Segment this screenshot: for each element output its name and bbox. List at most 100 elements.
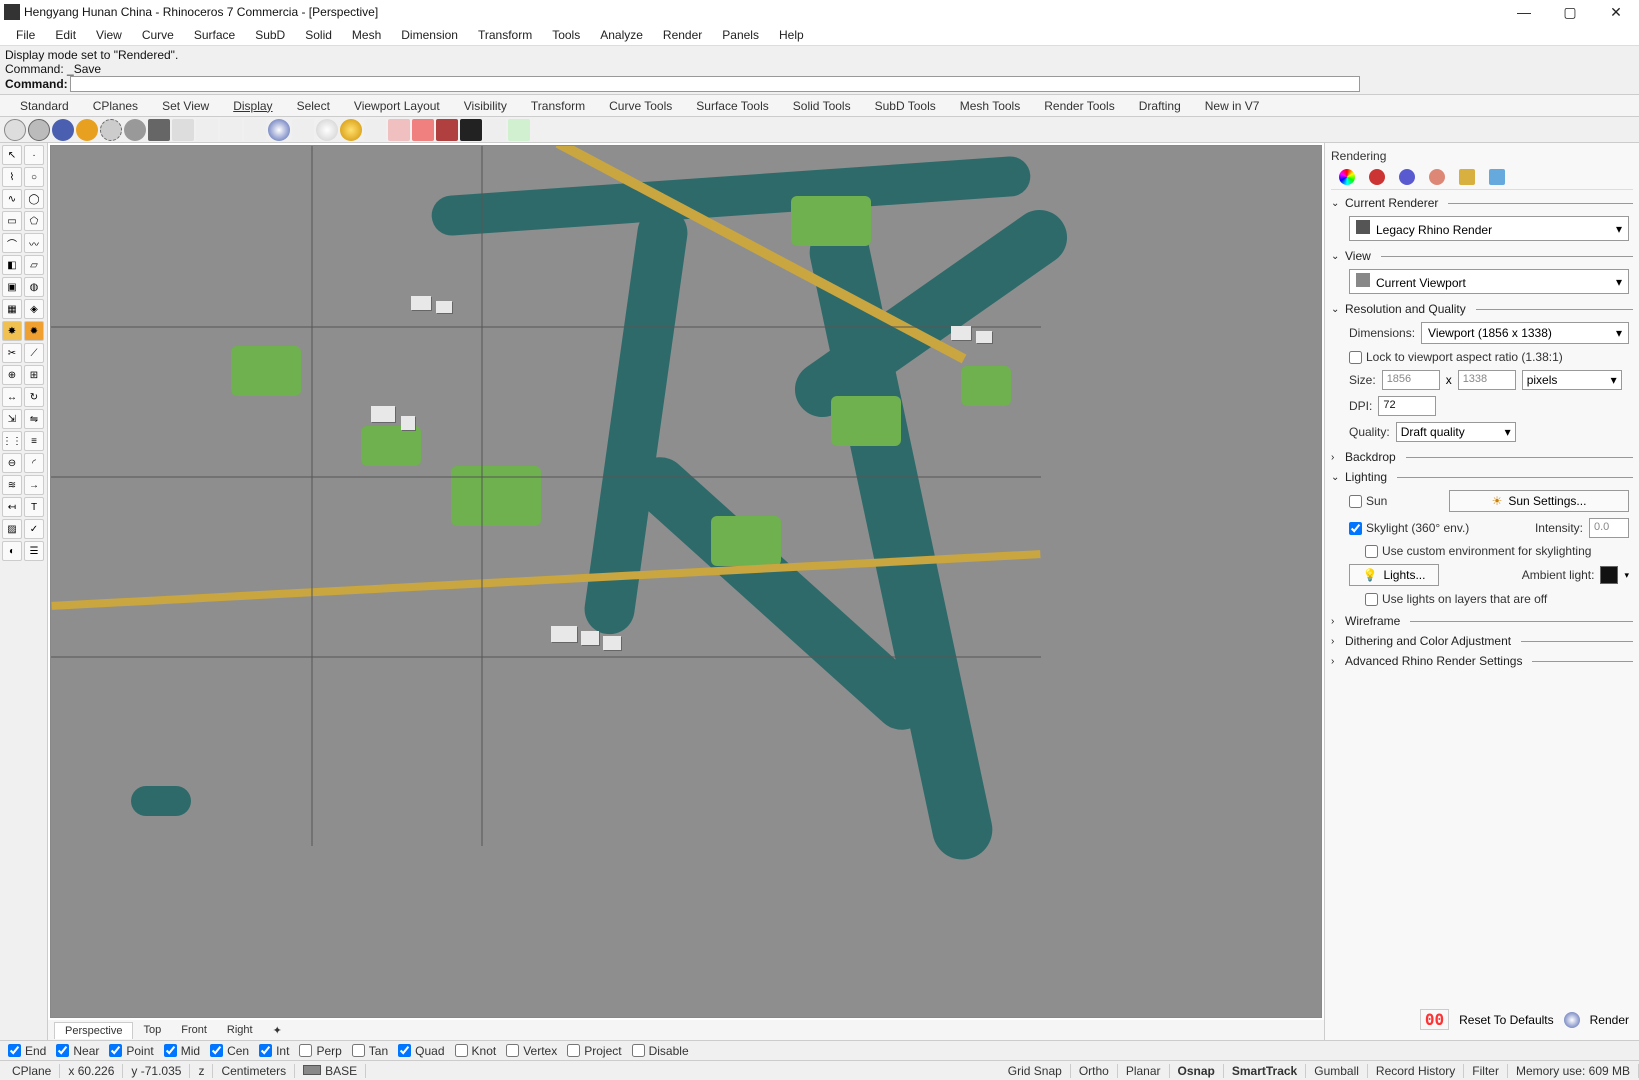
boolean-icon[interactable]: ⊖ [2,453,22,473]
tab-new-in-v7[interactable]: New in V7 [1193,96,1272,116]
dimensions-combo[interactable]: Viewport (1856 x 1338)▾ [1421,322,1629,344]
osnap-near[interactable]: Near [52,1044,103,1058]
menu-solid[interactable]: Solid [295,25,342,45]
technical-icon[interactable] [148,119,170,141]
plane-icon[interactable]: ▱ [24,255,44,275]
tog-clipping-icon[interactable] [412,119,434,141]
status-osnap[interactable]: Osnap [1170,1064,1224,1078]
osnap-int[interactable]: Int [255,1044,293,1058]
render-tab-icon[interactable] [1339,169,1355,185]
flat-shade-icon[interactable] [220,119,242,141]
menu-help[interactable]: Help [769,25,814,45]
tab-surface-tools[interactable]: Surface Tools [684,96,781,116]
subd-icon[interactable]: ◈ [24,299,44,319]
use-lights-off-checkbox[interactable] [1365,593,1378,606]
join-icon[interactable]: ⊕ [2,365,22,385]
status-grid-snap[interactable]: Grid Snap [1000,1064,1071,1078]
section-current-renderer[interactable]: ⌄Current Renderer [1331,196,1633,210]
check-icon[interactable]: ✓ [24,519,44,539]
mesh-icon[interactable]: ▦ [2,299,22,319]
tog-sun-icon[interactable] [340,119,362,141]
height-spinner[interactable]: 1338 [1458,370,1516,390]
vptab-front[interactable]: Front [171,1022,217,1038]
section-view[interactable]: ⌄View [1331,249,1633,263]
tab-set-view[interactable]: Set View [150,96,221,116]
menu-surface[interactable]: Surface [184,25,245,45]
menu-dimension[interactable]: Dimension [391,25,468,45]
osnap-cen[interactable]: Cen [206,1044,253,1058]
units-select[interactable]: pixels▾ [1522,370,1622,390]
polygon-icon[interactable]: ⬠ [24,211,44,231]
section-backdrop[interactable]: ›Backdrop [1331,450,1633,464]
menu-subd[interactable]: SubD [245,25,295,45]
ambient-color-swatch[interactable] [1600,566,1618,584]
status-gumball[interactable]: Gumball [1306,1064,1368,1078]
status-layer[interactable]: BASE [295,1064,366,1078]
menu-tools[interactable]: Tools [542,25,590,45]
status-y[interactable]: y -71.035 [123,1064,190,1078]
minimize-button[interactable]: — [1501,0,1547,24]
tog-grid-icon[interactable] [292,119,314,141]
section-advanced[interactable]: ›Advanced Rhino Render Settings [1331,654,1633,668]
osnap-perp[interactable]: Perp [295,1044,345,1058]
status-ortho[interactable]: Ortho [1071,1064,1118,1078]
custom-env-checkbox[interactable] [1365,545,1378,558]
split-icon[interactable]: ⟋ [24,343,44,363]
render-quick-icon[interactable]: ◐ [2,541,22,561]
xray-icon[interactable] [124,119,146,141]
tab-subd-tools[interactable]: SubD Tools [863,96,948,116]
cylinder-icon[interactable]: ◍ [24,277,44,297]
curve-icon[interactable]: ∿ [2,189,22,209]
sun-checkbox[interactable] [1349,495,1362,508]
command-input[interactable] [70,76,1360,92]
point-icon[interactable]: · [24,145,44,165]
align-icon[interactable]: ≡ [24,431,44,451]
menu-transform[interactable]: Transform [468,25,542,45]
rendered-icon[interactable] [76,119,98,141]
trim-icon[interactable]: ✂ [2,343,22,363]
maximize-button[interactable]: ▢ [1547,0,1593,24]
tab-transform[interactable]: Transform [519,96,597,116]
mirror-icon[interactable]: ⇋ [24,409,44,429]
vptab-right[interactable]: Right [217,1022,263,1038]
status-planar[interactable]: Planar [1118,1064,1170,1078]
layer-icon[interactable]: ☰ [24,541,44,561]
skylight-checkbox[interactable] [1349,522,1362,535]
offset-icon[interactable]: ≋ [2,475,22,495]
group-icon[interactable]: ⊞ [24,365,44,385]
osnap-point[interactable]: Point [105,1044,157,1058]
render-button[interactable]: Render [1590,1013,1629,1027]
text-icon[interactable]: T [24,497,44,517]
tab-select[interactable]: Select [285,96,342,116]
pen-icon[interactable] [172,119,194,141]
menu-mesh[interactable]: Mesh [342,25,391,45]
tab-solid-tools[interactable]: Solid Tools [781,96,863,116]
explode-icon[interactable]: ✸ [2,321,22,341]
sun-settings-button[interactable]: ☀Sun Settings... [1449,490,1629,512]
hatch-icon[interactable]: ▨ [2,519,22,539]
dpi-spinner[interactable]: 72 [1378,396,1436,416]
interpcurve-icon[interactable]: 〰 [24,233,44,253]
menu-edit[interactable]: Edit [45,25,86,45]
status-record-history[interactable]: Record History [1368,1064,1464,1078]
tab-display[interactable]: Display [221,96,284,116]
render-preview-icon[interactable] [268,119,290,141]
move-icon[interactable]: ↔ [2,387,22,407]
tab-mesh-tools[interactable]: Mesh Tools [948,96,1032,116]
shaded-blue-icon[interactable] [52,119,74,141]
tab-cplanes[interactable]: CPlanes [81,96,150,116]
box-icon[interactable]: ▣ [2,277,22,297]
textures-tab-icon[interactable] [1429,169,1445,185]
menu-render[interactable]: Render [653,25,712,45]
vptab-add[interactable]: ✦ [263,1022,292,1039]
quality-select[interactable]: Draft quality▾ [1396,422,1516,442]
menu-panels[interactable]: Panels [712,25,769,45]
osnap-disable[interactable]: Disable [628,1044,693,1058]
print-display-icon[interactable] [484,119,506,141]
array-icon[interactable]: ⋮⋮ [2,431,22,451]
status-cplane[interactable]: CPlane [4,1064,60,1078]
menu-file[interactable]: File [6,25,45,45]
section-wireframe[interactable]: ›Wireframe [1331,614,1633,628]
osnap-vertex[interactable]: Vertex [502,1044,561,1058]
status-z[interactable]: z [190,1064,213,1078]
